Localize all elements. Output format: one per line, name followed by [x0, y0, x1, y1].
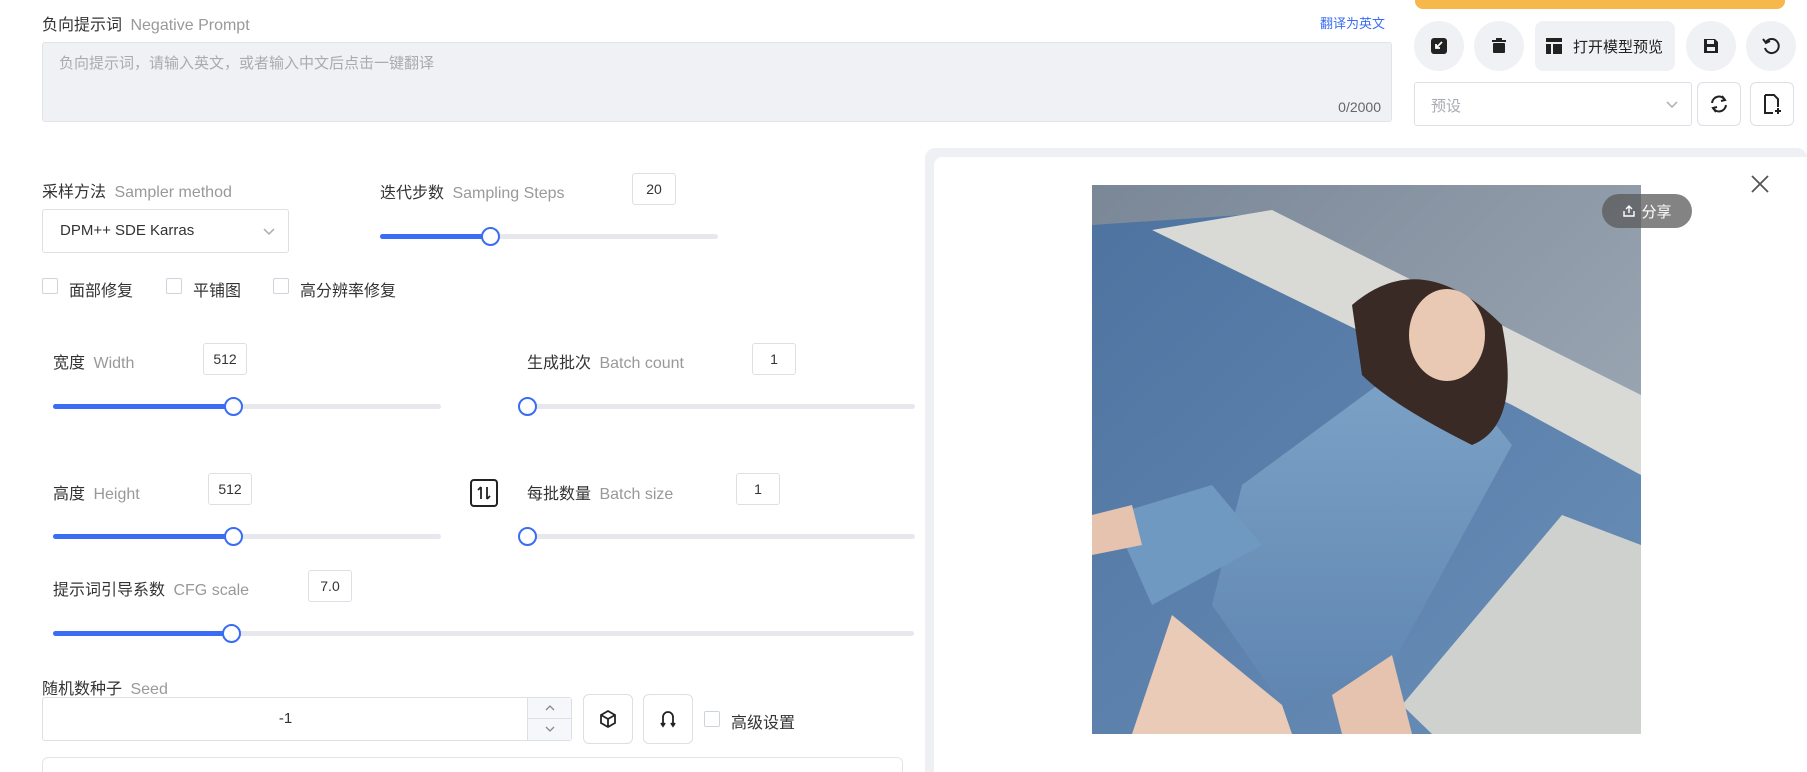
tiling-checkbox[interactable]: [166, 278, 182, 294]
chevron-up-icon: [545, 705, 554, 711]
new-preset-button[interactable]: [1750, 82, 1794, 126]
height-slider-thumb[interactable]: [224, 527, 244, 546]
swap-arrows-icon: [477, 486, 491, 500]
cfg-slider-thumb[interactable]: [222, 624, 242, 643]
generate-button-bar[interactable]: [1415, 0, 1785, 9]
batch-count-label: 生成批次 Batch count: [527, 355, 684, 372]
trash-icon: [1492, 38, 1506, 53]
seed-stepper: [527, 698, 571, 740]
save-button[interactable]: [1686, 21, 1736, 71]
cfg-slider[interactable]: [53, 624, 914, 643]
cfg-slider-fill: [53, 631, 232, 636]
height-input[interactable]: 512: [208, 473, 252, 505]
steps-label: 迭代步数 Sampling Steps: [380, 185, 565, 202]
height-slider-fill: [53, 534, 234, 539]
preset-select[interactable]: 预设: [1414, 82, 1692, 126]
advanced-settings-checkbox[interactable]: [704, 711, 720, 727]
steps-slider-thumb[interactable]: [480, 227, 500, 246]
delete-button[interactable]: [1474, 21, 1524, 71]
negative-prompt-textarea[interactable]: 负向提示词，请输入英文，或者输入中文后点击一键翻译 0/2000: [42, 42, 1392, 122]
advanced-settings-label: 高级设置: [731, 715, 796, 732]
refresh-presets-button[interactable]: [1697, 82, 1741, 126]
preset-placeholder: 预设: [1431, 98, 1462, 115]
dice-cube-icon: [600, 709, 616, 729]
hires-fix-checkbox[interactable]: [273, 278, 289, 294]
batch-size-label: 每批数量 Batch size: [527, 486, 674, 503]
batch-size-slider-thumb[interactable]: [518, 527, 537, 546]
batch-size-input[interactable]: 1: [736, 473, 780, 505]
translate-link[interactable]: 翻译为英文: [1320, 13, 1385, 32]
steps-slider[interactable]: [380, 227, 718, 246]
share-button[interactable]: 分享: [1602, 194, 1692, 228]
width-slider[interactable]: [53, 397, 441, 416]
steps-input[interactable]: 20: [632, 173, 676, 205]
face-restore-label: 面部修复: [69, 283, 134, 300]
batch-count-slider-thumb[interactable]: [518, 397, 537, 416]
width-slider-fill: [53, 404, 234, 409]
width-label: 宽度 Width: [53, 355, 135, 372]
cfg-input[interactable]: 7.0: [308, 570, 352, 602]
arrow-down-left-icon: [1431, 38, 1447, 54]
negative-prompt-placeholder: 负向提示词，请输入英文，或者输入中文后点击一键翻译: [59, 55, 435, 72]
steps-slider-fill: [380, 234, 490, 239]
sampler-label: 采样方法 Sampler method: [42, 184, 232, 201]
batch-count-input[interactable]: 1: [752, 343, 796, 375]
batch-count-slider[interactable]: [518, 397, 915, 416]
batch-size-slider[interactable]: [518, 527, 915, 546]
file-add-icon: [1764, 94, 1781, 114]
generated-image-art: [1092, 185, 1641, 734]
chevron-down-icon: [545, 726, 554, 732]
seed-increment-button[interactable]: [528, 698, 571, 719]
share-icon: [1623, 205, 1636, 217]
open-model-preview-button[interactable]: 打开模型预览: [1535, 21, 1675, 71]
height-slider[interactable]: [53, 527, 441, 546]
face-restore-checkbox[interactable]: [42, 278, 58, 294]
random-seed-button[interactable]: [583, 694, 633, 744]
tiling-label: 平铺图: [193, 283, 242, 300]
floppy-disk-icon: [1704, 39, 1718, 53]
sampler-select[interactable]: DPM++ SDE Karras: [42, 209, 289, 253]
seed-input[interactable]: -1: [42, 697, 572, 741]
seed-label: 随机数种子 Seed: [42, 681, 168, 698]
close-preview-button[interactable]: [1749, 173, 1771, 195]
hires-fix-label: 高分辨率修复: [300, 283, 397, 300]
swap-dimensions-button[interactable]: [470, 479, 498, 507]
negative-prompt-label: 负向提示词 Negative Prompt: [42, 17, 250, 34]
layout-icon: [1546, 38, 1562, 54]
character-counter: 0/2000: [1338, 99, 1381, 115]
next-panel-edge: [42, 757, 903, 772]
cfg-label: 提示词引导系数 CFG scale: [53, 582, 250, 599]
undo-icon: [1762, 38, 1780, 55]
chevron-down-icon: [263, 228, 275, 236]
open-model-preview-label: 打开模型预览: [1573, 38, 1664, 56]
reuse-seed-button[interactable]: [643, 694, 693, 744]
reset-button[interactable]: [1746, 21, 1796, 71]
close-icon: [1751, 175, 1769, 193]
sampler-value: DPM++ SDE Karras: [60, 222, 195, 239]
seed-value: -1: [278, 710, 293, 727]
share-label: 分享: [1641, 203, 1672, 221]
generated-image[interactable]: [1092, 185, 1641, 734]
seed-decrement-button[interactable]: [528, 719, 571, 739]
send-to-prompt-button[interactable]: [1414, 21, 1464, 71]
chevron-down-icon: [1666, 101, 1678, 109]
refresh-icon: [1711, 95, 1727, 113]
height-label: 高度 Height: [53, 486, 140, 503]
recycle-icon: [660, 711, 676, 728]
width-input[interactable]: 512: [203, 343, 247, 375]
width-slider-thumb[interactable]: [224, 397, 244, 416]
